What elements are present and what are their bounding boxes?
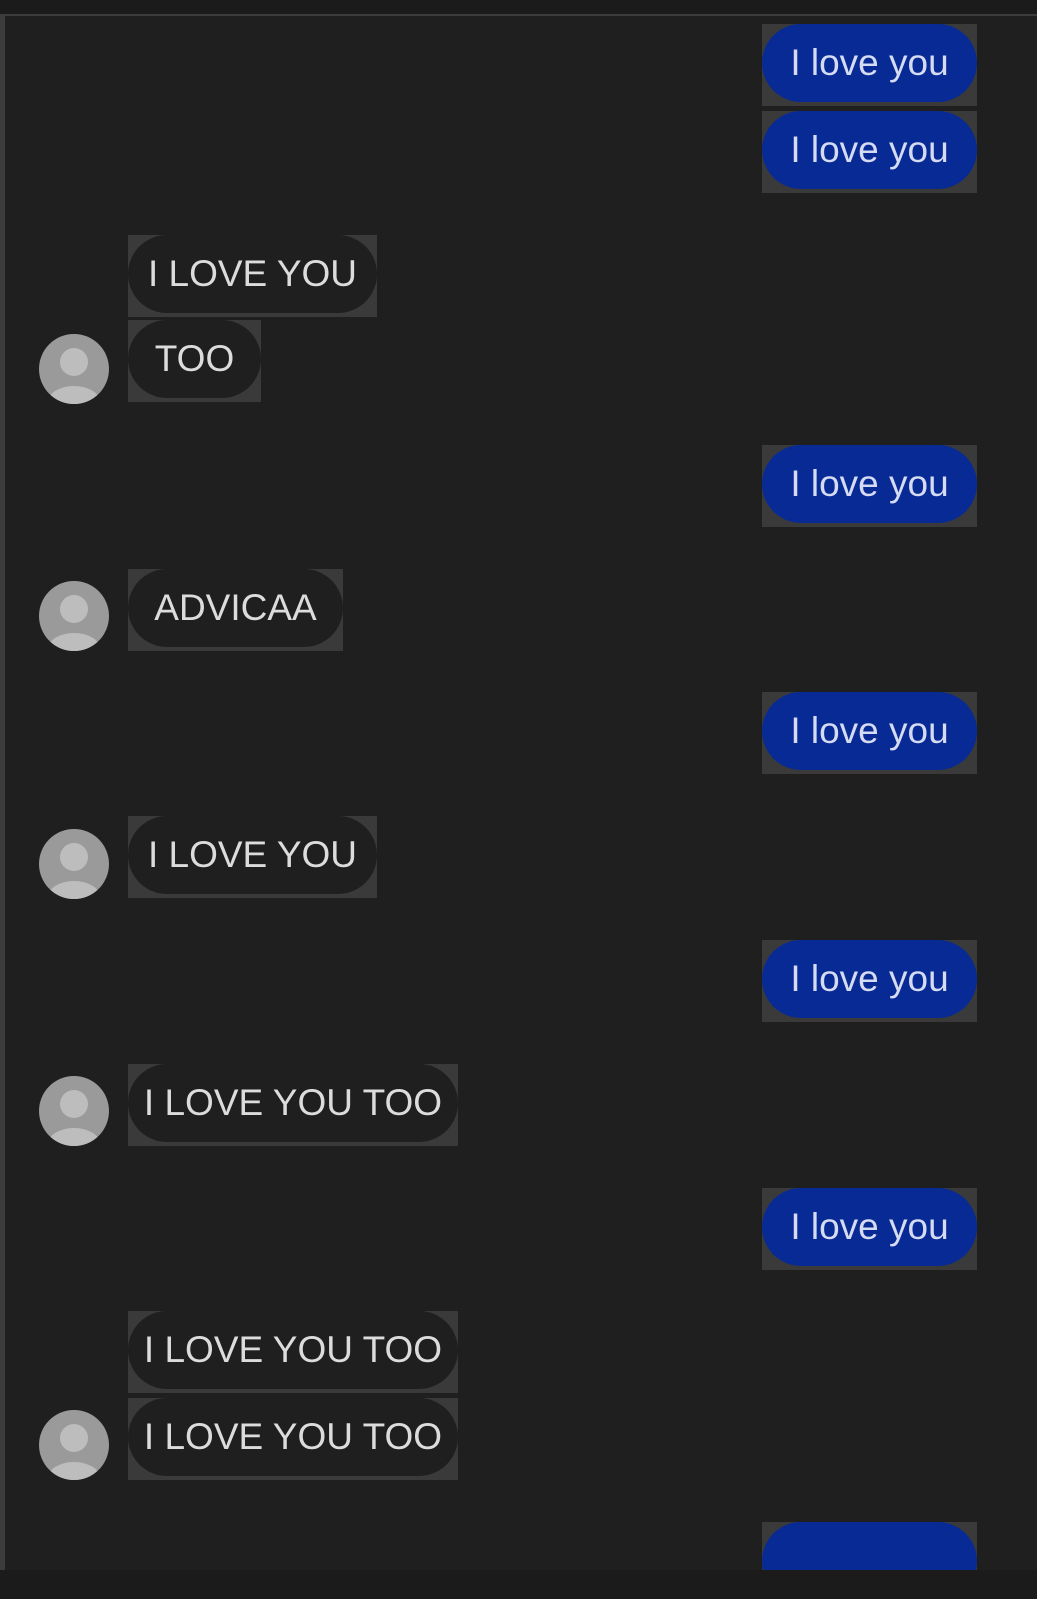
received-message[interactable]: ADVICAA bbox=[128, 569, 343, 651]
received-message-text: TOO bbox=[128, 320, 261, 398]
sent-message[interactable]: I love you bbox=[762, 1188, 977, 1270]
sent-message-text: I love you bbox=[762, 445, 977, 523]
contact-avatar[interactable] bbox=[39, 1410, 109, 1480]
message-thread-screen: I love you I love you I LOVE YOU TOO I l… bbox=[0, 0, 1037, 1599]
sent-message-text: I love you bbox=[762, 24, 977, 102]
received-message[interactable]: I LOVE YOU TOO bbox=[128, 1398, 458, 1480]
contact-avatar[interactable] bbox=[39, 334, 109, 404]
received-message-text: I LOVE YOU bbox=[128, 816, 377, 894]
default-contact-avatar-icon bbox=[48, 348, 100, 404]
sent-message-text bbox=[762, 1522, 977, 1570]
sent-message-text: I love you bbox=[762, 692, 977, 770]
bottom-edge bbox=[0, 1570, 1037, 1599]
received-message[interactable]: I LOVE YOU TOO bbox=[128, 1064, 458, 1146]
default-contact-avatar-icon bbox=[48, 1424, 100, 1480]
default-contact-avatar-icon bbox=[48, 595, 100, 651]
received-message-text: I LOVE YOU TOO bbox=[128, 1064, 458, 1142]
sent-message[interactable]: I love you bbox=[762, 24, 977, 106]
received-message-text: ADVICAA bbox=[128, 569, 343, 647]
conversation-thread[interactable]: I love you I love you I LOVE YOU TOO I l… bbox=[5, 16, 1037, 1570]
default-contact-avatar-icon bbox=[48, 1090, 100, 1146]
top-edge bbox=[0, 0, 1037, 16]
received-message[interactable]: I LOVE YOU bbox=[128, 816, 377, 898]
received-message[interactable]: TOO bbox=[128, 320, 261, 402]
sent-message[interactable]: I love you bbox=[762, 111, 977, 193]
received-message[interactable]: I LOVE YOU TOO bbox=[128, 1311, 458, 1393]
received-message-text: I LOVE YOU TOO bbox=[128, 1311, 458, 1389]
contact-avatar[interactable] bbox=[39, 829, 109, 899]
sent-message-text: I love you bbox=[762, 940, 977, 1018]
contact-avatar[interactable] bbox=[39, 581, 109, 651]
received-message-text: I LOVE YOU bbox=[128, 235, 377, 313]
sent-message-text: I love you bbox=[762, 1188, 977, 1266]
sent-message[interactable]: I love you bbox=[762, 445, 977, 527]
sent-message[interactable]: I love you bbox=[762, 940, 977, 1022]
sent-message[interactable]: I love you bbox=[762, 692, 977, 774]
sent-message-text: I love you bbox=[762, 111, 977, 189]
sent-message-partial[interactable] bbox=[762, 1522, 977, 1570]
default-contact-avatar-icon bbox=[48, 843, 100, 899]
received-message[interactable]: I LOVE YOU bbox=[128, 235, 377, 317]
contact-avatar[interactable] bbox=[39, 1076, 109, 1146]
received-message-text: I LOVE YOU TOO bbox=[128, 1398, 458, 1476]
